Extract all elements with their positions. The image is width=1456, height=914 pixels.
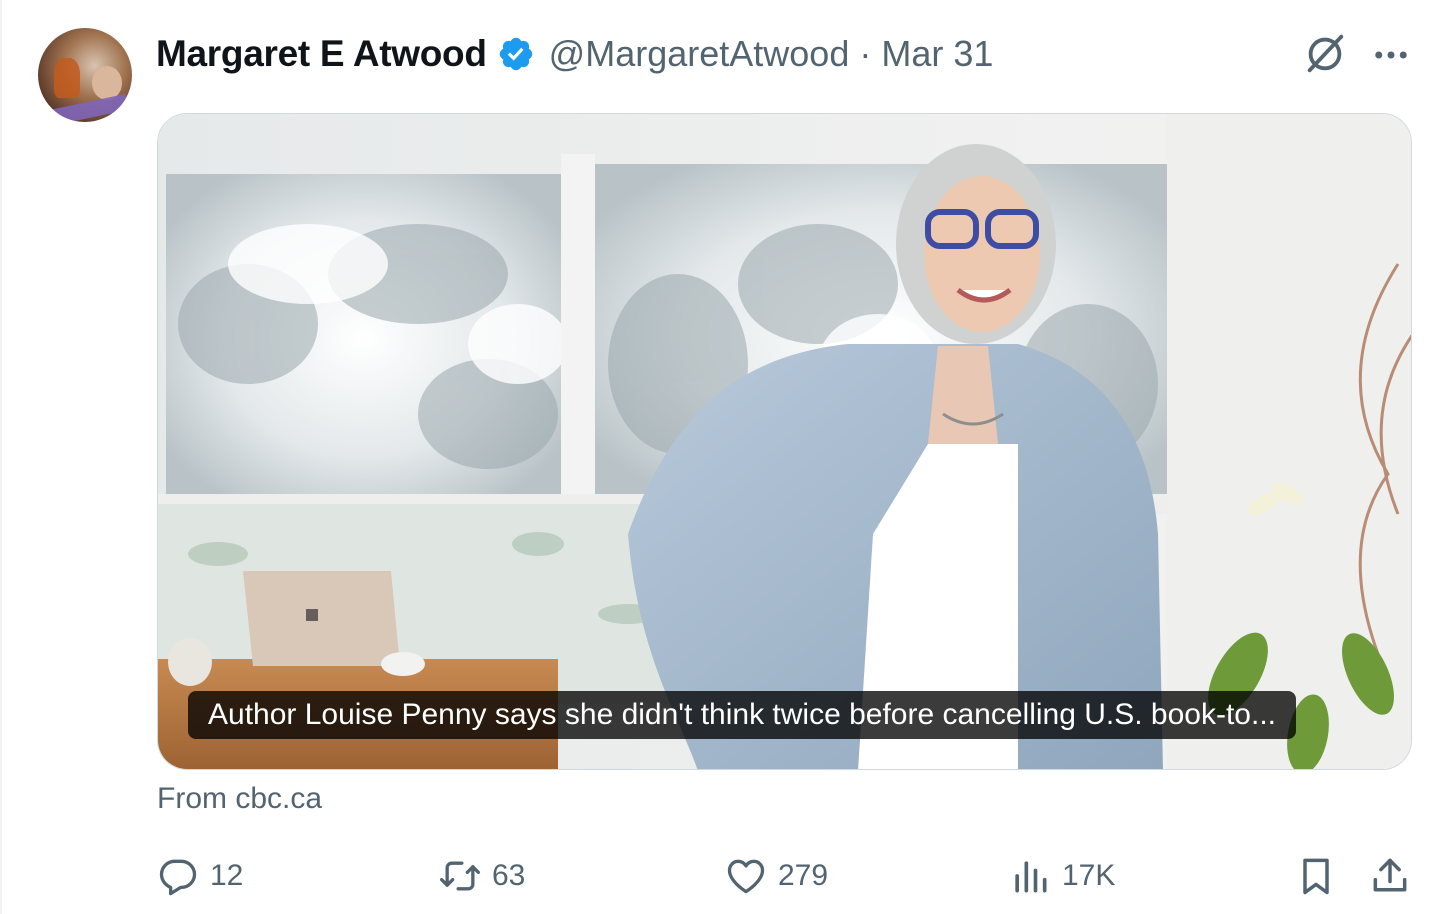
avatar[interactable] [38, 28, 132, 122]
like-button[interactable]: 279 [724, 850, 828, 902]
like-count: 279 [778, 859, 829, 892]
views-count: 17K [1062, 859, 1116, 892]
tweet-header: Margaret E Atwood @MargaretAtwood · Mar … [156, 30, 993, 78]
avatar-detail [47, 93, 129, 122]
reply-button[interactable]: 12 [156, 850, 243, 902]
reply-icon [159, 859, 197, 896]
card-caption: Author Louise Penny says she didn't thin… [188, 691, 1296, 739]
verified-badge-icon[interactable] [497, 35, 535, 73]
link-source[interactable]: From cbc.ca [157, 782, 322, 816]
action-bar: 12 63 279 17K [156, 850, 1416, 902]
reply-count: 12 [210, 859, 244, 892]
display-name[interactable]: Margaret E Atwood [156, 33, 487, 75]
share-button[interactable] [1368, 850, 1412, 902]
more-options-icon[interactable] [1370, 34, 1412, 76]
like-icon [727, 859, 765, 894]
divider [0, 0, 2, 914]
retweet-icon [440, 861, 480, 891]
bookmark-icon [1303, 858, 1329, 895]
retweet-button[interactable]: 63 [438, 850, 525, 902]
separator-dot: · [859, 33, 872, 74]
avatar-detail [54, 58, 80, 98]
link-card[interactable]: Author Louise Penny says she didn't thin… [157, 113, 1412, 770]
tweet[interactable]: Margaret E Atwood @MargaretAtwood · Mar … [0, 0, 1456, 914]
views-icon [1015, 861, 1047, 893]
retweet-count: 63 [492, 859, 526, 892]
tweet-date[interactable]: Mar 31 [881, 33, 993, 75]
share-icon [1373, 858, 1407, 892]
card-image [158, 114, 1411, 769]
bookmark-button[interactable] [1294, 850, 1338, 902]
user-handle[interactable]: @MargaretAtwood [549, 33, 850, 75]
grok-icon[interactable] [1302, 30, 1348, 76]
views-button[interactable]: 17K [1008, 850, 1115, 902]
